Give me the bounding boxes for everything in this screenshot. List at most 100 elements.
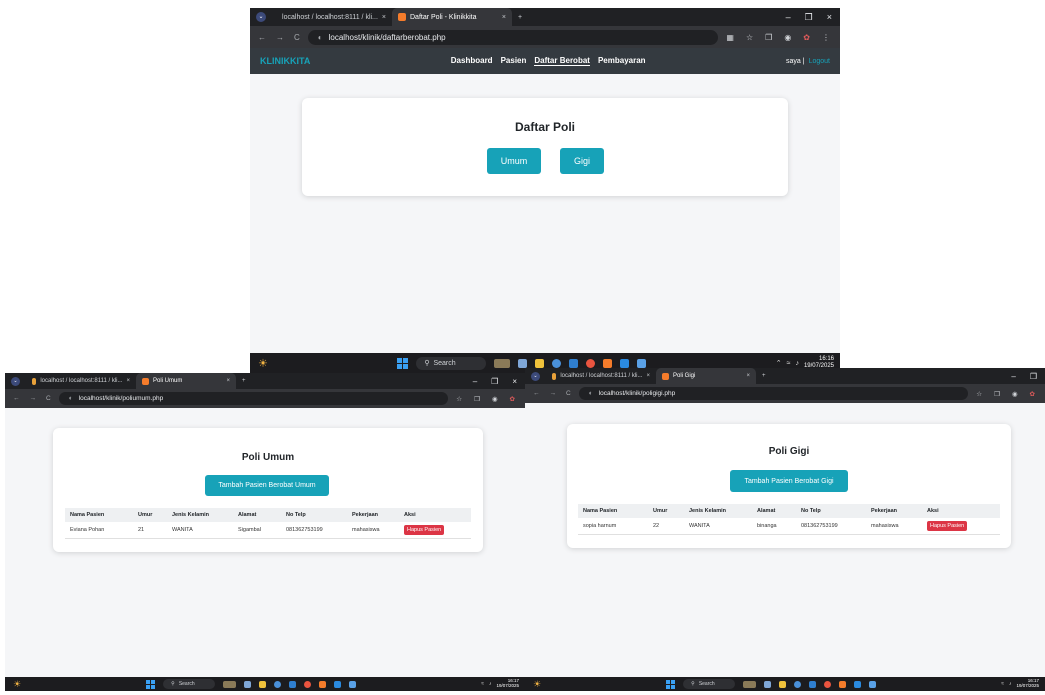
- tab-daftar-poli[interactable]: Daftar Poli - Klinikkita ×: [392, 8, 512, 26]
- taskbar-search[interactable]: ⚲ Search: [683, 679, 736, 689]
- close-icon[interactable]: ×: [126, 378, 130, 384]
- task-view-icon[interactable]: [764, 680, 772, 688]
- widget-icon[interactable]: [743, 680, 757, 688]
- logout-link[interactable]: Logout: [809, 58, 830, 65]
- chrome-app-icon[interactable]: [274, 680, 282, 688]
- delete-patient-button[interactable]: Hapus Pasien: [927, 521, 968, 531]
- volume-icon[interactable]: ♪: [489, 681, 492, 687]
- tab-phpmyadmin[interactable]: localhost / localhost:8111 / kli... ×: [272, 8, 392, 26]
- url-field[interactable]: ◐ localhost/klinik/daftarberobat.php: [307, 29, 719, 45]
- bookmark-star-icon[interactable]: ☆: [976, 390, 982, 398]
- close-icon[interactable]: ×: [226, 378, 230, 384]
- maximize-icon[interactable]: ❐: [805, 12, 813, 23]
- xampp-icon[interactable]: [319, 680, 327, 688]
- maximize-icon[interactable]: ❐: [491, 377, 498, 386]
- windows-start-icon[interactable]: [146, 679, 156, 689]
- extension-red-icon[interactable]: ✿: [1030, 390, 1035, 398]
- nav-pasien[interactable]: Pasien: [501, 56, 527, 66]
- forward-icon[interactable]: →: [550, 390, 557, 397]
- forward-icon[interactable]: →: [276, 33, 284, 42]
- file-explorer-icon[interactable]: [535, 358, 545, 368]
- app-icon[interactable]: [349, 680, 357, 688]
- close-icon[interactable]: ×: [646, 373, 650, 379]
- url-field[interactable]: ◐ localhost/klinik/poliumum.php: [58, 392, 449, 405]
- minimize-icon[interactable]: –: [1011, 372, 1015, 381]
- profile-icon[interactable]: ◉: [1012, 390, 1018, 398]
- vscode-icon[interactable]: [334, 680, 342, 688]
- app-icon[interactable]: [637, 358, 647, 368]
- brand-logo[interactable]: KLINIKKITA: [260, 56, 310, 66]
- app-icon[interactable]: [869, 680, 877, 688]
- chrome-app-icon[interactable]: [552, 358, 562, 368]
- close-icon[interactable]: ×: [746, 373, 750, 379]
- minimize-icon[interactable]: –: [473, 377, 477, 386]
- tab-poli-gigi[interactable]: Poli Gigi ×: [656, 368, 756, 384]
- nav-pembayaran[interactable]: Pembayaran: [598, 56, 646, 66]
- task-view-icon[interactable]: [244, 680, 252, 688]
- close-window-icon[interactable]: ×: [512, 377, 517, 386]
- chrome-app-icon[interactable]: [794, 680, 802, 688]
- tab-phpmyadmin[interactable]: localhost / localhost:8111 / kli... ×: [546, 368, 656, 384]
- minimize-icon[interactable]: –: [786, 12, 791, 22]
- wifi-icon[interactable]: ≈: [481, 681, 484, 687]
- reload-icon[interactable]: C: [46, 395, 51, 402]
- profile-icon[interactable]: ◉: [492, 395, 498, 403]
- add-patient-gigi-button[interactable]: Tambah Pasien Berobat Gigi: [730, 470, 848, 492]
- weather-icon[interactable]: ☀: [250, 357, 268, 370]
- tray-chevron-icon[interactable]: ⌃: [776, 359, 782, 367]
- poli-gigi-button[interactable]: Gigi: [560, 148, 604, 174]
- poli-umum-button[interactable]: Umum: [487, 148, 541, 174]
- bookmark-star-icon[interactable]: ☆: [456, 395, 462, 403]
- weather-icon[interactable]: ☀: [5, 679, 21, 690]
- windows-start-icon[interactable]: [666, 679, 676, 689]
- vscode-icon[interactable]: [620, 358, 630, 368]
- new-tab-button[interactable]: +: [756, 368, 772, 384]
- delete-patient-button[interactable]: Hapus Pasien: [404, 525, 445, 535]
- browser-app-icon[interactable]: [586, 358, 596, 368]
- taskbar-search[interactable]: ⚲ Search: [163, 679, 216, 689]
- file-explorer-icon[interactable]: [779, 680, 787, 688]
- wifi-icon[interactable]: ≈: [787, 360, 791, 367]
- profile-icon[interactable]: ◉: [784, 33, 791, 42]
- vscode-icon[interactable]: [854, 680, 862, 688]
- back-icon[interactable]: ←: [533, 390, 540, 397]
- back-icon[interactable]: ←: [13, 395, 20, 402]
- reload-icon[interactable]: C: [566, 390, 571, 397]
- xampp-icon[interactable]: [603, 358, 613, 368]
- volume-icon[interactable]: ♪: [795, 360, 799, 367]
- close-window-icon[interactable]: ×: [827, 12, 832, 22]
- file-explorer-icon[interactable]: [259, 680, 267, 688]
- tab-search-button[interactable]: ⌄: [250, 8, 272, 26]
- more-menu-icon[interactable]: ⋮: [822, 33, 830, 42]
- bookmark-star-icon[interactable]: ☆: [746, 33, 753, 42]
- store-icon[interactable]: [809, 680, 817, 688]
- close-icon[interactable]: ×: [382, 14, 386, 21]
- volume-icon[interactable]: ♪: [1009, 681, 1012, 687]
- clock[interactable]: 16:17 19/07/2025: [1016, 678, 1039, 689]
- clock[interactable]: 16:17 19/07/2025: [496, 678, 519, 689]
- maximize-icon[interactable]: ❐: [1030, 372, 1037, 381]
- weather-icon[interactable]: ☀: [525, 679, 541, 690]
- xampp-icon[interactable]: [839, 680, 847, 688]
- tab-search-button[interactable]: ⌄: [525, 368, 546, 384]
- windows-start-icon[interactable]: [397, 357, 409, 369]
- new-tab-button[interactable]: +: [236, 373, 252, 389]
- add-patient-umum-button[interactable]: Tambah Pasien Berobat Umum: [205, 475, 329, 496]
- store-icon[interactable]: [289, 680, 297, 688]
- nav-dashboard[interactable]: Dashboard: [451, 56, 493, 66]
- forward-icon[interactable]: →: [30, 395, 37, 402]
- tab-search-button[interactable]: ⌄: [5, 373, 26, 389]
- browser-app-icon[interactable]: [824, 680, 832, 688]
- task-view-icon[interactable]: [518, 358, 528, 368]
- wifi-icon[interactable]: ≈: [1001, 681, 1004, 687]
- back-icon[interactable]: ←: [258, 33, 266, 42]
- tab-phpmyadmin[interactable]: localhost / localhost:8111 / kli... ×: [26, 373, 136, 389]
- nav-daftar-berobat[interactable]: Daftar Berobat: [534, 56, 590, 66]
- extension-red-icon[interactable]: ✿: [803, 33, 810, 42]
- taskbar-search[interactable]: ⚲ Search: [416, 356, 487, 370]
- tab-poli-umum[interactable]: Poli Umum ×: [136, 373, 236, 389]
- extensions-icon[interactable]: ❒: [474, 395, 480, 403]
- store-icon[interactable]: [569, 358, 579, 368]
- extension-red-icon[interactable]: ✿: [510, 395, 515, 403]
- close-icon[interactable]: ×: [502, 14, 506, 21]
